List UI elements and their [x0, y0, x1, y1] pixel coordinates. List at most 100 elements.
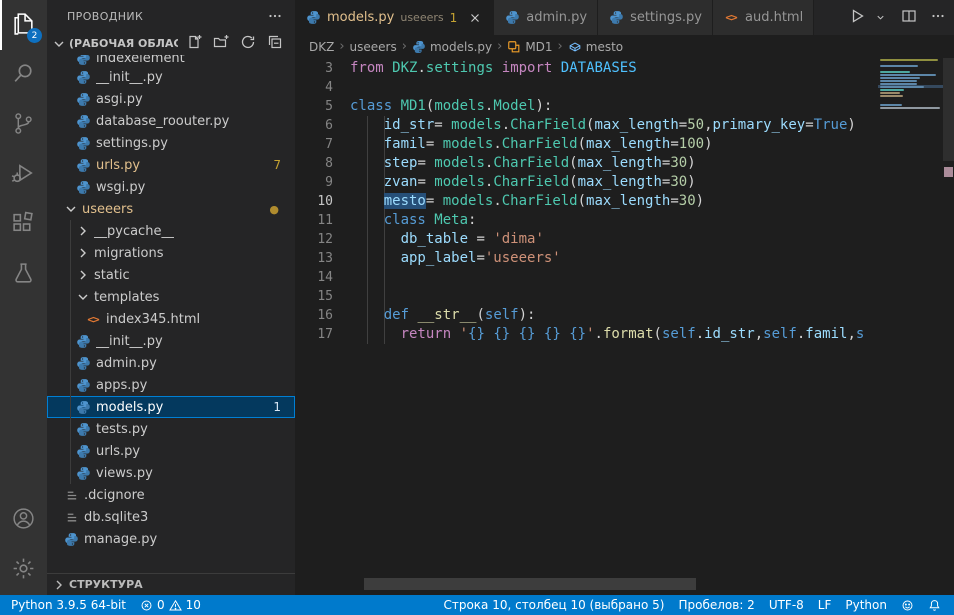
tree-item-__init__.py[interactable]: __init__.py	[47, 330, 295, 352]
run-button[interactable]	[847, 8, 867, 28]
tree-item-database_roouter.py[interactable]: database_roouter.py	[47, 110, 295, 132]
file-file-icon	[63, 509, 79, 525]
tree-item-urls.py[interactable]: urls.py7	[47, 154, 295, 176]
tree-item-label: urls.py	[96, 444, 140, 459]
problems-badge: 1	[273, 400, 295, 414]
refresh-icon	[240, 34, 256, 53]
status-feedback[interactable]	[894, 595, 921, 615]
python-file-icon	[75, 91, 91, 107]
tree-item-indexelement[interactable]: indexelement	[47, 55, 295, 66]
tree-item-settings.py[interactable]: settings.py	[47, 132, 295, 154]
status-language-mode[interactable]: Python	[838, 595, 894, 615]
run-dropdown[interactable]	[870, 8, 890, 28]
line-number: 13	[295, 249, 333, 268]
breadcrumb-models.py[interactable]: models.py	[412, 40, 492, 54]
code-text: def __str__(self):	[350, 306, 535, 325]
workspace-section-header[interactable]: (РАБОЧАЯ ОБЛАСТЬ) ...	[47, 32, 295, 55]
breadcrumb-DKZ[interactable]: DKZ	[309, 40, 334, 54]
code-text: from DKZ.settings import DATABASES	[350, 59, 637, 78]
code-line-3: 3from DKZ.settings import DATABASES	[295, 59, 878, 78]
python-file-icon	[75, 421, 91, 437]
activity-bar-account[interactable]	[0, 495, 47, 545]
tab-models.py[interactable]: models.pyuseeers1	[295, 0, 494, 35]
activity-bar-settings[interactable]	[0, 545, 47, 595]
tab-settings.py[interactable]: settings.py	[598, 0, 713, 35]
tree-folder-__pycache__[interactable]: __pycache__	[47, 220, 295, 242]
breadcrumb-MD1[interactable]: MD1	[507, 40, 552, 54]
minimap-line	[880, 89, 904, 91]
status-problems[interactable]: 010	[133, 595, 208, 615]
tab-aud.html[interactable]: <>aud.html	[713, 0, 814, 35]
status-bar: Python 3.9.5 64-bit010 Строка 10, столбе…	[0, 595, 954, 615]
tree-item-.dcignore[interactable]: .dcignore	[47, 484, 295, 506]
code-editor[interactable]: 3from DKZ.settings import DATABASES45cla…	[295, 58, 954, 595]
vertical-scrollbar-thumb[interactable]	[943, 58, 954, 161]
tree-item-asgi.py[interactable]: asgi.py	[47, 88, 295, 110]
close-icon[interactable]	[467, 10, 483, 26]
python-file-icon	[75, 377, 91, 393]
status-cursor-position[interactable]: Строка 10, столбец 10 (выбрано 5)	[436, 595, 671, 615]
views-more-actions-icon[interactable]	[265, 6, 285, 26]
outline-section-header[interactable]: СТРУКТУРА	[47, 573, 295, 595]
tree-item-models.py[interactable]: models.py1	[47, 396, 295, 418]
minimap-line	[880, 107, 940, 109]
line-number: 6	[295, 116, 333, 135]
status-notifications[interactable]	[921, 595, 948, 615]
status-encoding[interactable]: UTF-8	[762, 595, 811, 615]
activity-bar-extensions[interactable]	[0, 200, 47, 250]
breadcrumb-mesto[interactable]: mesto	[568, 40, 623, 54]
new-file-button[interactable]	[184, 34, 204, 54]
activity-bar-run-debug[interactable]	[0, 150, 47, 200]
activity-bar-search[interactable]	[0, 50, 47, 100]
code-line-5: 5class MD1(models.Model):	[295, 97, 878, 116]
chevron-down-icon	[63, 201, 79, 217]
status-python-interpreter[interactable]: Python 3.9.5 64-bit	[4, 595, 133, 615]
tree-folder-useeers[interactable]: useeers●	[47, 198, 295, 220]
activity-bar-testing[interactable]	[0, 250, 47, 300]
python-file-icon	[75, 355, 91, 371]
vertical-scrollbar[interactable]	[943, 58, 954, 595]
python-file-icon	[75, 399, 91, 415]
activity-bar-explorer[interactable]: 2	[0, 0, 47, 50]
horizontal-scrollbar-thumb[interactable]	[364, 578, 696, 590]
tab-label: settings.py	[630, 10, 702, 25]
more-actions-button[interactable]	[928, 8, 948, 28]
tree-folder-migrations[interactable]: migrations	[47, 242, 295, 264]
tree-folder-static[interactable]: static	[47, 264, 295, 286]
python-file-icon	[75, 443, 91, 459]
tab-admin.py[interactable]: admin.py	[494, 0, 598, 35]
tree-item-urls.py[interactable]: urls.py	[47, 440, 295, 462]
line-number: 16	[295, 306, 333, 325]
new-folder-button[interactable]	[211, 34, 231, 54]
tree-item-db.sqlite3[interactable]: db.sqlite3	[47, 506, 295, 528]
breadcrumb-label: DKZ	[309, 40, 334, 54]
line-number: 5	[295, 97, 333, 116]
code-line-16: 16 def __str__(self):	[295, 306, 878, 325]
tree-item-label: apps.py	[96, 378, 147, 393]
tree-item-apps.py[interactable]: apps.py	[47, 374, 295, 396]
split-editor-button[interactable]	[899, 8, 919, 28]
tree-item-views.py[interactable]: views.py	[47, 462, 295, 484]
tree-item-__init__.py[interactable]: __init__.py	[47, 66, 295, 88]
breadcrumb-separator: ›	[558, 39, 563, 54]
status-eol[interactable]: LF	[811, 595, 839, 615]
minimap[interactable]	[878, 58, 943, 595]
tree-item-manage.py[interactable]: manage.py	[47, 528, 295, 550]
code-text: app_label='useeers'	[350, 249, 561, 268]
tree-item-index345.html[interactable]: <>index345.html	[47, 308, 295, 330]
tree-item-wsgi.py[interactable]: wsgi.py	[47, 176, 295, 198]
tree-folder-templates[interactable]: templates	[47, 286, 295, 308]
chevron-right-icon	[75, 245, 91, 261]
tab-label: models.py	[327, 10, 394, 25]
refresh-button[interactable]	[238, 34, 258, 54]
warning-count: 10	[186, 598, 201, 612]
tree-item-admin.py[interactable]: admin.py	[47, 352, 295, 374]
status-indentation[interactable]: Пробелов: 2	[671, 595, 761, 615]
tree-item-label: manage.py	[84, 532, 157, 547]
tree-item-tests.py[interactable]: tests.py	[47, 418, 295, 440]
activity-bar-source-control[interactable]	[0, 100, 47, 150]
breadcrumb-useeers[interactable]: useeers	[350, 40, 397, 54]
collapse-all-button[interactable]	[265, 34, 285, 54]
tree-item-label: useeers	[82, 202, 133, 217]
code-line-4: 4	[295, 78, 878, 97]
